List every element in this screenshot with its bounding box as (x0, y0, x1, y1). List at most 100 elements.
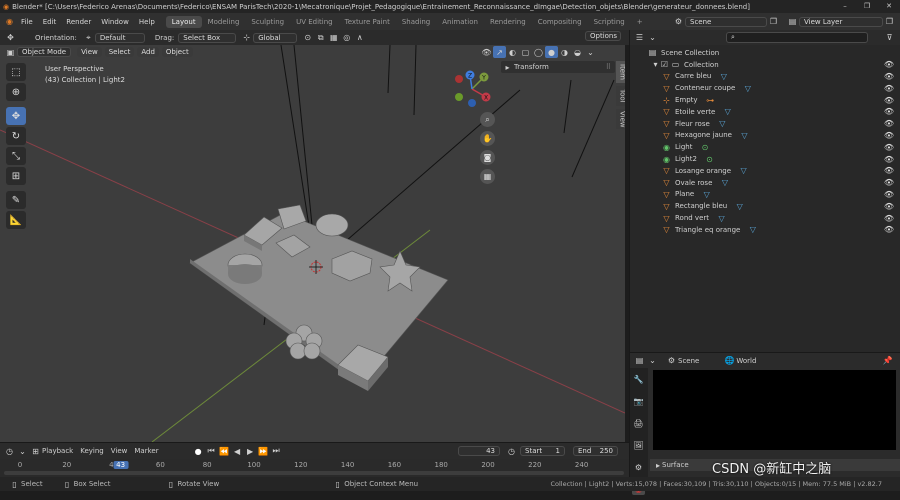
outliner-item[interactable]: ▽ Hexagone jaune ▽ 👁 (630, 130, 900, 142)
visibility-eye-icon[interactable]: 👁 (884, 202, 894, 211)
mode-dropdown[interactable]: Object Mode (17, 47, 72, 57)
proportional-edit-icon[interactable]: ◎ (340, 32, 353, 44)
preview-range-icon[interactable]: ◷ (505, 445, 518, 457)
collection-row[interactable]: ▾ ☑ ▭ Collection 👁 (630, 59, 900, 71)
tab-shading[interactable]: Shading (396, 16, 436, 28)
minimize-button[interactable]: – (834, 0, 856, 13)
visibility-eye-icon[interactable]: 👁 (884, 119, 894, 128)
start-frame-field[interactable]: Start 1 (520, 446, 565, 456)
menu-edit[interactable]: Edit (38, 18, 62, 26)
object-data-icon[interactable]: ▽ (716, 118, 729, 130)
zoom-icon[interactable]: ⌕ (480, 112, 495, 127)
tab-rendering[interactable]: Rendering (484, 16, 532, 28)
jump-start-icon[interactable]: ⏮ (205, 445, 218, 457)
tab-texture-paint[interactable]: Texture Paint (339, 16, 396, 28)
tab-view[interactable]: View (616, 109, 625, 129)
wireframe-shading-icon[interactable]: ◯ (532, 46, 545, 58)
drag-grip-icon[interactable]: ⠿ (606, 63, 611, 71)
camera-icon[interactable]: ◙ (480, 150, 495, 165)
object-data-icon[interactable]: ▽ (738, 129, 751, 141)
properties-editor-icon[interactable]: ▤ (633, 355, 646, 367)
overlay-icon[interactable]: ◐ (506, 46, 519, 58)
tab-animation[interactable]: Animation (436, 16, 484, 28)
transform-tool-icon[interactable]: ⊞ (6, 167, 26, 185)
next-keyframe-icon[interactable]: ⏩ (257, 445, 270, 457)
menu-add[interactable]: Add (137, 47, 159, 57)
view-layer-name[interactable]: View Layer (799, 16, 883, 27)
scene-selector[interactable]: ⚙ Scene ❐ (672, 15, 780, 28)
tab-compositing[interactable]: Compositing (532, 16, 588, 28)
maximize-button[interactable]: ❐ (856, 0, 878, 13)
checkbox-icon[interactable]: ☑ (660, 59, 669, 71)
timeline-scrollbar[interactable] (4, 471, 624, 475)
view-layer-selector[interactable]: ▤ View Layer ❐ (786, 15, 896, 28)
rendered-shading-icon[interactable]: ◒ (571, 46, 584, 58)
timeline-type-icon[interactable]: ⌄ (16, 445, 29, 457)
prev-keyframe-icon[interactable]: ⏪ (218, 445, 231, 457)
orientation-dropdown[interactable]: Default (94, 32, 145, 43)
cursor-tool-icon[interactable]: ⊕ (6, 83, 26, 101)
visibility-eye-icon[interactable]: 👁 (884, 166, 894, 175)
outliner-item[interactable]: ⊹ Empty ⊶ 👁 (630, 94, 900, 106)
object-data-icon[interactable]: ▽ (721, 106, 734, 118)
current-frame-field[interactable]: 43 (458, 446, 500, 456)
blender-menu-icon[interactable]: ◉ (3, 16, 16, 28)
visibility-eye-icon[interactable]: 👁 (884, 155, 894, 164)
end-frame-field[interactable]: End 250 (573, 446, 618, 456)
object-data-icon[interactable]: ▽ (700, 188, 713, 200)
menu-help[interactable]: Help (134, 18, 160, 26)
visibility-eye-icon[interactable]: 👁 (884, 143, 894, 152)
visibility-eye-icon[interactable]: 👁 (884, 60, 894, 69)
visibility-icon[interactable]: 👁 (480, 46, 493, 58)
outliner-item[interactable]: ▽ Plane ▽ 👁 (630, 189, 900, 201)
menu-keying[interactable]: Keying (80, 447, 104, 455)
display-mode-icon[interactable]: ⌄ (646, 32, 659, 44)
object-data-icon[interactable]: ▽ (737, 165, 750, 177)
tab-sculpting[interactable]: Sculpting (245, 16, 290, 28)
playhead[interactable]: 43 (113, 461, 129, 469)
menu-timeline-view[interactable]: View (111, 447, 128, 455)
visibility-eye-icon[interactable]: 👁 (884, 96, 894, 105)
editor-type-icon[interactable]: ▣ (4, 46, 17, 58)
outliner-item[interactable]: ▽ Triangle eq orange ▽ 👁 (630, 224, 900, 236)
object-data-icon[interactable]: ▽ (733, 200, 746, 212)
object-data-icon[interactable]: ▽ (717, 71, 730, 83)
falloff-icon[interactable]: ∧ (353, 32, 366, 44)
filter-icon[interactable]: ⊽ (883, 32, 896, 44)
solid-shading-icon[interactable]: ● (545, 46, 558, 58)
record-icon[interactable]: ● (192, 445, 205, 457)
visibility-eye-icon[interactable]: 👁 (884, 178, 894, 187)
outliner-editor-icon[interactable]: ☰ (633, 32, 646, 44)
snap-target-icon[interactable]: ▦ (327, 32, 340, 44)
tool-properties-icon[interactable]: 🔧 (632, 373, 645, 385)
xray-icon[interactable]: ▢ (519, 46, 532, 58)
scale-tool-icon[interactable]: ⤡ (6, 147, 26, 165)
outliner-item[interactable]: ▽ Rectangle bleu ▽ 👁 (630, 200, 900, 212)
output-properties-icon[interactable]: 🖨 (632, 417, 645, 429)
play-icon[interactable]: ▶ (244, 445, 257, 457)
move-tool-button-icon[interactable]: ✥ (6, 107, 26, 125)
visibility-eye-icon[interactable]: 👁 (884, 131, 894, 140)
object-data-icon[interactable]: ▽ (746, 224, 759, 236)
pivot-icon[interactable]: ⊙ (301, 32, 314, 44)
select-box-tool-icon[interactable]: ⬚ (6, 63, 26, 81)
outliner-item[interactable]: ◉ Light2 ⊙ 👁 (630, 153, 900, 165)
snap-icon[interactable]: ⧉ (314, 32, 327, 44)
outliner-item[interactable]: ▽ Conteneur coupe ▽ 👁 (630, 82, 900, 94)
menu-window[interactable]: Window (96, 18, 134, 26)
object-data-icon[interactable]: ▽ (718, 177, 731, 189)
ortho-grid-icon[interactable]: ▦ (480, 169, 495, 184)
outliner-item[interactable]: ▽ Losange orange ▽ 👁 (630, 165, 900, 177)
timeline-editor-icon[interactable]: ◷ (3, 445, 16, 457)
transform-panel-header[interactable]: ▸ Transform ⠿ (501, 61, 615, 73)
annotate-tool-icon[interactable]: ✎ (6, 191, 26, 209)
tab-scripting[interactable]: Scripting (588, 16, 631, 28)
outliner-search-input[interactable]: ⌕ (726, 32, 868, 43)
transform-space-dropdown[interactable]: Global (253, 32, 298, 43)
menu-render[interactable]: Render (61, 18, 96, 26)
3d-viewport[interactable]: User Perspective (43) Collection | Light… (0, 45, 625, 442)
rotate-tool-icon[interactable]: ↻ (6, 127, 26, 145)
menu-playback[interactable]: Playback (42, 447, 73, 455)
outliner-item[interactable]: ▽ Etoile verte ▽ 👁 (630, 106, 900, 118)
visibility-eye-icon[interactable]: 👁 (884, 107, 894, 116)
